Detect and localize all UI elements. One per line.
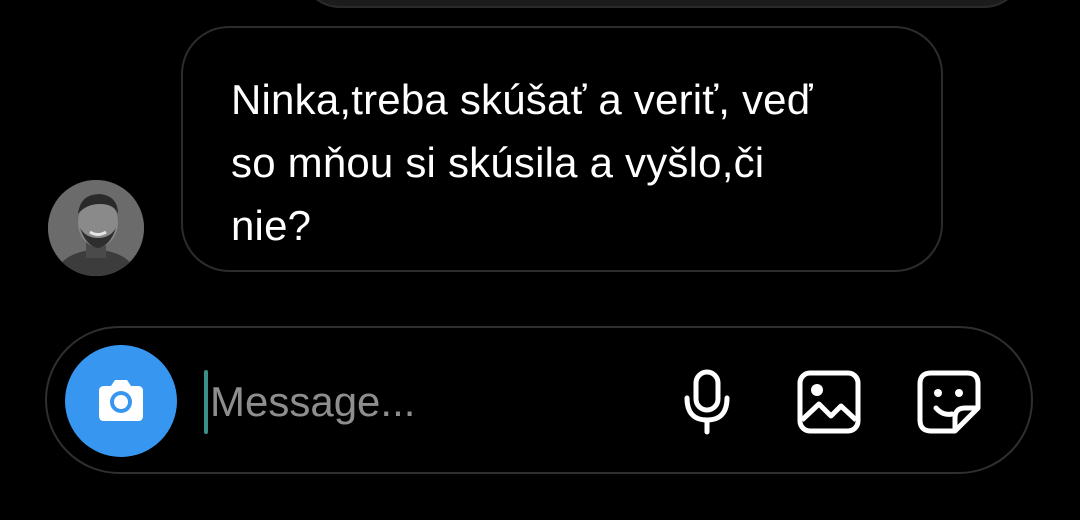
microphone-icon (684, 369, 730, 435)
sender-avatar[interactable] (48, 180, 144, 276)
sticker-button[interactable] (911, 364, 987, 440)
received-message-bubble[interactable]: Ninka,treba skúšať a veriť, veď so mňou … (181, 26, 943, 272)
message-input[interactable] (210, 370, 660, 434)
camera-icon (99, 380, 143, 421)
text-caret (204, 370, 208, 434)
camera-button[interactable] (65, 345, 177, 457)
previous-message-bubble[interactable] (300, 0, 1024, 8)
avatar-icon (48, 180, 144, 276)
sticker-icon (917, 370, 981, 434)
microphone-button[interactable] (669, 364, 745, 440)
message-composer (45, 326, 1033, 474)
image-gallery-icon (797, 370, 861, 434)
gallery-button[interactable] (791, 364, 867, 440)
message-text: Ninka,treba skúšať a veriť, veď so mňou … (231, 76, 813, 249)
